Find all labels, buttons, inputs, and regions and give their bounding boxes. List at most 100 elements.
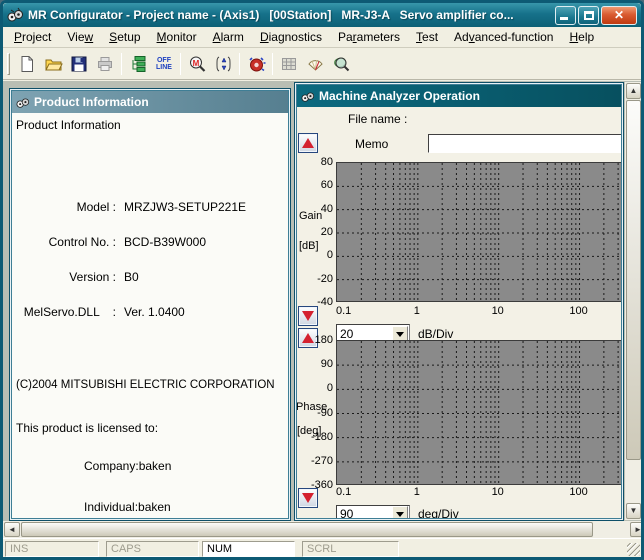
model-label: Model : [12,200,116,214]
menu-item-parameters[interactable]: Parameters [330,28,408,46]
version-value: B0 [124,270,139,284]
licensed-to-text: This product is licensed to: [16,421,158,435]
file-name-label: File name : [348,112,407,126]
gain-y-tick-label: -40 [303,296,333,308]
app-icon [7,7,24,23]
phase-x-tick-label: 100 [569,486,587,498]
horizontal-scroll-thumb[interactable] [21,522,593,537]
resize-grip[interactable] [627,543,640,556]
phase-div-value: 90 [337,507,392,518]
alarm-display-button[interactable] [243,51,269,77]
arrow-up-icon: ▲ [630,87,638,95]
phase-y-tick-label: -90 [303,407,333,419]
product-information-title: Product Information [34,95,149,109]
horizontal-scrollbar[interactable]: ◄ ► [3,521,644,538]
product-information-window: Product Information Product Information … [9,88,291,521]
minimize-button[interactable] [555,6,576,25]
individual-text: Individual:baken [84,500,171,514]
svg-text:M: M [192,59,199,68]
red-up-triangle-icon [302,138,314,148]
vertical-scroll-thumb[interactable] [626,100,641,460]
product-information-titlebar[interactable]: Product Information [12,91,288,113]
status-caps: CAPS [106,541,199,557]
phase-y-tick-label: -180 [303,431,333,443]
toolbar-grip[interactable] [7,53,10,75]
scroll-left-button[interactable]: ◄ [4,522,20,537]
phase-y-tick-label: -270 [303,455,333,467]
new-project-button[interactable] [14,51,40,77]
gain-grid [337,163,621,303]
scroll-up-button[interactable]: ▲ [626,83,641,99]
save-floppy-icon [70,55,88,73]
parameter-arrows-icon [214,55,233,73]
close-button[interactable]: ✕ [601,6,637,25]
menu-item-advanced-function[interactable]: Advanced-function [446,28,561,46]
gain-scale-up-button[interactable] [298,133,318,153]
control-no-value: BCD-B39W000 [124,235,206,249]
mdi-area: Product Information Product Information … [3,81,641,521]
gain-y-tick-label: -20 [303,273,333,285]
toolbar-separator [239,53,240,75]
menu-item-view[interactable]: View [59,28,101,46]
phase-y-tick-label: 180 [303,334,333,346]
status-scrl: SCRL [302,541,399,557]
copyright-text: (C)2004 MITSUBISHI ELECTRIC CORPORATION [16,379,275,391]
maximize-button[interactable] [578,6,599,25]
phase-x-tick-label: 1 [414,486,420,498]
chevron-down-icon [396,332,404,337]
offline-button[interactable]: OFF LINE [151,51,177,77]
gain-y-tick-label: 0 [303,249,333,261]
scroll-down-button[interactable]: ▼ [626,503,641,519]
menu-item-project[interactable]: Project [6,28,59,46]
gain-div-unit-label: dB/Div [418,327,453,341]
phase-plot [336,340,621,485]
window-title: MR Configurator - Project name - (Axis1)… [28,8,551,22]
phase-grid [337,341,621,486]
system-settings-button[interactable] [125,51,151,77]
chevron-down-icon [396,512,404,517]
open-project-button[interactable] [40,51,66,77]
mr-configurator-window: MR Configurator - Project name - (Axis1)… [0,0,644,560]
print-button[interactable] [92,51,118,77]
machine-analyzer-button[interactable] [328,51,354,77]
gain-x-tick-label: 1 [414,305,420,317]
menu-item-diagnostics[interactable]: Diagnostics [252,28,330,46]
product-information-body: Product Information Model : MRZJW3-SETUP… [12,113,288,518]
memo-input[interactable] [428,134,621,153]
gain-div-value: 20 [337,327,392,341]
point-data-button[interactable] [276,51,302,77]
vertical-scrollbar[interactable]: ▲ ▼ [625,82,641,520]
gain-y-tick-label: 20 [303,226,333,238]
phase-x-tick-label: 0.1 [336,486,351,498]
phase-y-tick-label: -360 [303,479,333,491]
phase-scale-down-button[interactable] [298,488,318,508]
machine-analyzer-titlebar[interactable]: Machine Analyzer Operation [297,85,621,107]
toolbar-separator [180,53,181,75]
monitor-button[interactable]: M [184,51,210,77]
menu-item-alarm[interactable]: Alarm [205,28,252,46]
menu-item-monitor[interactable]: Monitor [149,28,205,46]
gain-scale-down-button[interactable] [298,306,318,326]
save-project-button[interactable] [66,51,92,77]
menu-item-test[interactable]: Test [408,28,446,46]
menu-item-setup[interactable]: Setup [101,28,148,46]
dropdown-button[interactable] [392,506,408,518]
menu-item-help[interactable]: Help [561,28,602,46]
red-down-triangle-icon [302,311,314,321]
model-value: MRZJW3-SETUP221E [124,200,246,214]
control-no-label: Control No. : [12,235,116,249]
melservo-dll-value: Ver. 1.0400 [124,305,185,319]
scroll-right-button[interactable]: ► [630,522,644,537]
gain-y-tick-label: 40 [303,203,333,215]
product-info-heading: Product Information [16,118,121,132]
machine-analyzer-body: File name : Memo Gain [dB] 20 dB/Div Pha… [297,107,621,518]
app-icon [301,90,315,103]
graph-button[interactable] [302,51,328,77]
phase-div-combobox[interactable]: 90 [336,505,410,518]
gain-x-tick-label: 10 [492,305,504,317]
printer-icon [96,55,114,73]
alarm-icon [247,55,266,74]
open-folder-icon [44,55,63,73]
parameter-setting-button[interactable] [210,51,236,77]
offline-icon: OFF LINE [156,57,172,71]
